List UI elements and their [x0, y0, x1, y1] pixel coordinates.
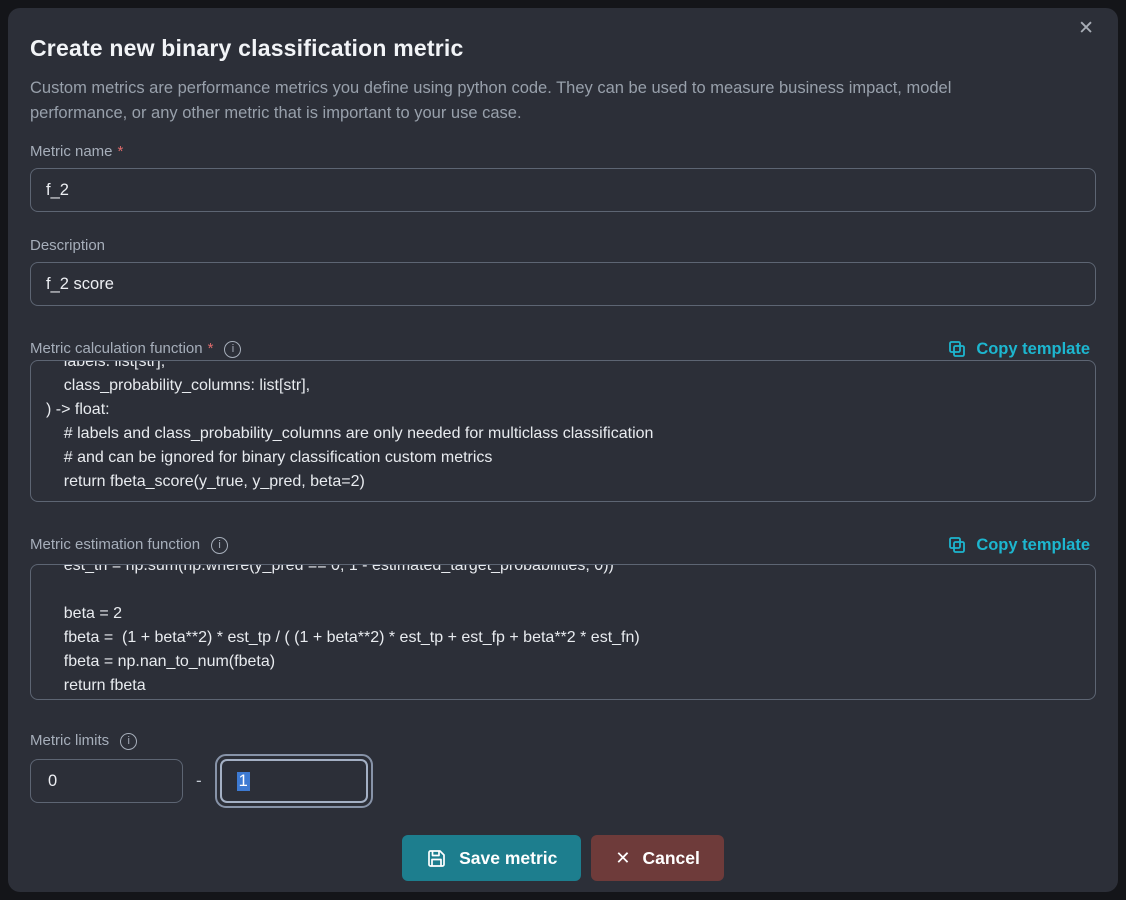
estimation-function-code: est_tn = np.sum(np.where(y_pred == 0, 1 … — [46, 564, 1080, 698]
copy-icon — [947, 535, 967, 555]
close-icon[interactable]: ✕ — [1072, 16, 1100, 42]
required-mark: * — [208, 340, 214, 358]
calculation-function-label: Metric calculation function * i — [30, 340, 241, 358]
cancel-x-icon: ✕ — [615, 848, 630, 869]
save-metric-label: Save metric — [459, 848, 557, 869]
estimation-function-header: Metric estimation function i Copy templa… — [30, 534, 1096, 556]
calculation-function-code: labels: list[str], class_probability_col… — [46, 360, 1080, 494]
info-icon[interactable]: i — [224, 341, 241, 358]
estimation-function-editor[interactable]: est_tn = np.sum(np.where(y_pred == 0, 1 … — [30, 564, 1096, 700]
copy-template-button-calculation[interactable]: Copy template — [941, 338, 1096, 360]
info-icon[interactable]: i — [120, 733, 137, 750]
metric-limits-label-text: Metric limits — [30, 732, 109, 750]
save-metric-button[interactable]: Save metric — [402, 835, 581, 881]
calculation-function-label-text: Metric calculation function — [30, 340, 203, 358]
description-input[interactable] — [30, 262, 1096, 306]
selected-text: 1 — [237, 772, 250, 791]
metric-name-label-text: Metric name — [30, 143, 113, 161]
estimation-function-label-text: Metric estimation function — [30, 536, 200, 554]
modal-subtitle: Custom metrics are performance metrics y… — [30, 76, 980, 125]
metric-name-input[interactable] — [30, 168, 1096, 212]
modal-title: Create new binary classification metric — [30, 34, 1096, 62]
metric-name-label: Metric name * — [30, 143, 1096, 161]
metric-limit-upper-focus-ring: 1 — [215, 754, 373, 808]
cancel-button[interactable]: ✕ Cancel — [591, 835, 723, 881]
copy-template-label: Copy template — [976, 536, 1090, 555]
save-icon — [426, 848, 447, 869]
description-label-text: Description — [30, 237, 105, 255]
modal-actions: Save metric ✕ Cancel — [30, 835, 1096, 881]
description-label: Description — [30, 237, 1096, 255]
create-metric-modal: ✕ Create new binary classification metri… — [8, 8, 1118, 892]
required-mark: * — [118, 143, 124, 161]
metric-limit-upper-input[interactable]: 1 — [220, 759, 368, 803]
copy-template-button-estimation[interactable]: Copy template — [941, 534, 1096, 556]
calculation-function-editor[interactable]: labels: list[str], class_probability_col… — [30, 360, 1096, 502]
copy-icon — [947, 339, 967, 359]
copy-template-label: Copy template — [976, 340, 1090, 359]
limits-separator: - — [196, 771, 202, 791]
metric-limits-row: - 1 — [30, 754, 1096, 808]
cancel-label: Cancel — [642, 848, 699, 869]
estimation-function-label: Metric estimation function i — [30, 536, 228, 554]
calculation-function-header: Metric calculation function * i Copy tem… — [30, 338, 1096, 360]
metric-limit-lower-input[interactable] — [30, 759, 183, 803]
info-icon[interactable]: i — [211, 537, 228, 554]
metric-limits-label: Metric limits i — [30, 732, 1096, 750]
